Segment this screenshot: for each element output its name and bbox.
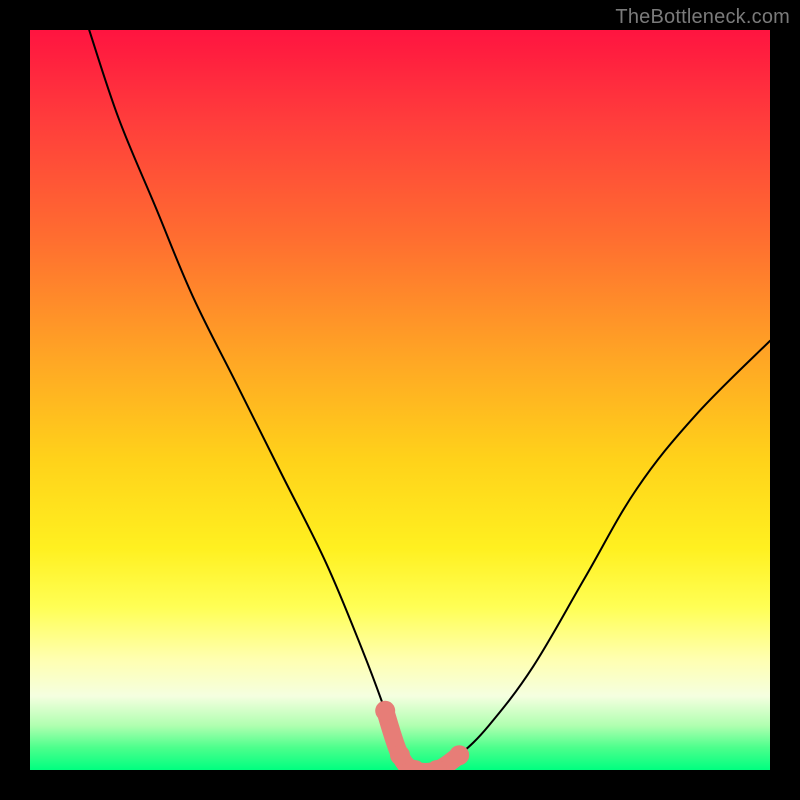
optimal-zone-dot — [375, 701, 395, 721]
overlay-svg — [30, 30, 770, 770]
optimal-zone-dot — [449, 745, 469, 765]
optimal-zone-dot — [390, 745, 410, 765]
performance-curve — [89, 30, 770, 770]
chart-frame: TheBottleneck.com — [0, 0, 800, 800]
watermark: TheBottleneck.com — [615, 6, 790, 29]
plot-area — [30, 30, 770, 770]
